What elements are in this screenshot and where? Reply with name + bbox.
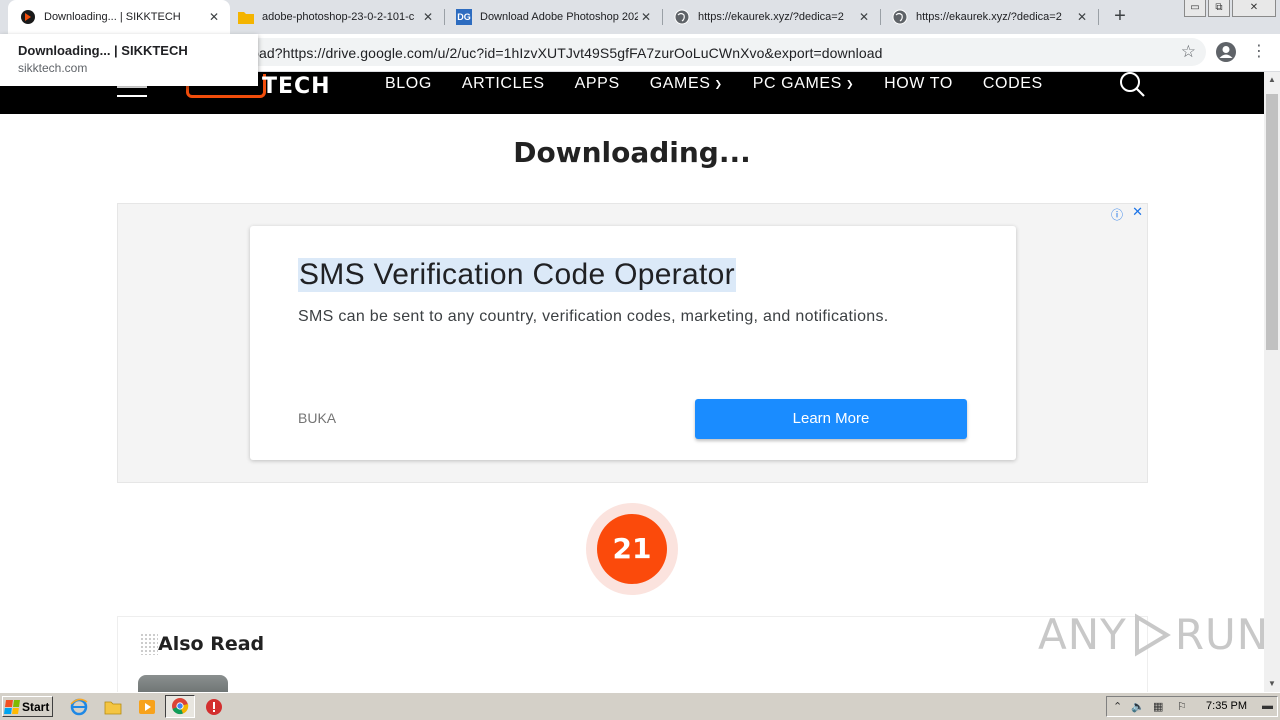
action-center-flag-icon[interactable]: ⚐ xyxy=(1177,700,1187,713)
tab-strip: Downloading... | SIKKTECH ✕ adobe-photos… xyxy=(0,0,1280,34)
also-read-section: Also Read xyxy=(117,616,1148,692)
start-label: Start xyxy=(22,699,50,714)
hamburger-menu-icon[interactable] xyxy=(117,86,147,104)
tab-title: adobe-photoshop-23-0-2-101-c xyxy=(262,11,415,23)
tab-title: Downloading... | SIKKTECH xyxy=(44,11,181,23)
system-tray: ⌃ 🔈 ▦ ⚐ 7:35 PM ▬ xyxy=(1106,696,1278,717)
nav-games[interactable]: GAMES ❯ xyxy=(650,75,723,93)
ad-advertiser: BUKA xyxy=(298,410,337,426)
close-window-button[interactable]: ✕ xyxy=(1232,0,1276,17)
ad-close-icon[interactable]: ✕ xyxy=(1132,204,1143,220)
also-read-heading: Also Read xyxy=(158,633,265,655)
main-nav: BLOG ARTICLES APPS GAMES ❯ PC GAMES ❯ HOW … xyxy=(385,72,1073,96)
folder-icon xyxy=(238,9,254,25)
page-viewport: TECH BLOG ARTICLES APPS GAMES ❯ PC GAMES ❯… xyxy=(0,72,1264,692)
media-player-icon[interactable] xyxy=(138,698,156,716)
browser-menu-icon[interactable]: ⋮ xyxy=(1251,42,1267,62)
logo-text: TECH xyxy=(262,73,331,99)
watermark-text-left: ANY xyxy=(1038,610,1127,659)
address-bar[interactable]: nload?https://drive.google.com/u/2/uc?id… xyxy=(140,38,1206,66)
page-scrollbar[interactable]: ▲ ▼ xyxy=(1264,72,1280,692)
sikktech-favicon xyxy=(20,9,36,25)
tab-download-photoshop[interactable]: DG Download Adobe Photoshop 202 ✕ xyxy=(444,0,662,34)
clock[interactable]: 7:35 PM xyxy=(1206,700,1247,712)
tab-title: https://ekaurek.xyz/?dedica=2 xyxy=(916,11,1062,23)
ad-info-icon[interactable]: ⓘ xyxy=(1111,206,1123,223)
taskbar: Start ⌃ 🔈 ▦ ⚐ 7:35 PM ▬ xyxy=(0,692,1280,720)
tab-ekaurek-2[interactable]: https://ekaurek.xyz/?dedica=2 ✕ xyxy=(880,0,1098,34)
nav-pc-games[interactable]: PC GAMES ❯ xyxy=(753,75,854,93)
watermark-text-right: RUN xyxy=(1174,610,1264,659)
tab-separator xyxy=(1098,9,1099,25)
tray-expand-icon[interactable]: ⌃ xyxy=(1113,700,1122,713)
play-logo-icon xyxy=(1134,612,1171,657)
article-thumbnail[interactable] xyxy=(138,675,228,692)
minimize-button[interactable]: ▭ xyxy=(1184,0,1206,17)
countdown-value: 21 xyxy=(597,514,667,584)
show-desktop-icon[interactable]: ▬ xyxy=(1262,700,1273,712)
ad-container: ⓘ ✕ SMS Verification Code Operator SMS c… xyxy=(117,203,1148,483)
tab-sikktech[interactable]: Downloading... | SIKKTECH ✕ xyxy=(8,0,230,34)
stop-icon[interactable] xyxy=(205,698,223,716)
volume-icon[interactable]: 🔈 xyxy=(1131,700,1145,713)
search-icon[interactable] xyxy=(1118,72,1146,98)
nav-how-to[interactable]: HOW TO xyxy=(884,75,953,93)
tab-close-icon[interactable]: ✕ xyxy=(420,10,436,24)
chevron-down-icon: ❯ xyxy=(845,78,855,89)
chrome-taskbar-button[interactable] xyxy=(165,695,195,718)
windows-logo-icon xyxy=(4,699,20,714)
nav-blog[interactable]: BLOG xyxy=(385,75,432,93)
scroll-thumb[interactable] xyxy=(1266,94,1278,350)
chrome-icon xyxy=(172,698,189,715)
nav-apps[interactable]: APPS xyxy=(575,75,620,93)
network-icon[interactable]: ▦ xyxy=(1153,700,1163,713)
url-text[interactable]: nload?https://drive.google.com/u/2/uc?id… xyxy=(240,45,882,61)
profile-avatar-icon[interactable] xyxy=(1215,41,1237,63)
scroll-down-icon[interactable]: ▼ xyxy=(1264,676,1280,692)
internet-explorer-icon[interactable] xyxy=(70,698,88,716)
globe-icon xyxy=(892,9,908,25)
hover-card-title: Downloading... | SIKKTECH xyxy=(18,43,188,58)
nav-codes[interactable]: CODES xyxy=(983,75,1043,93)
tab-photoshop-folder[interactable]: adobe-photoshop-23-0-2-101-c ✕ xyxy=(226,0,444,34)
globe-icon xyxy=(674,9,690,25)
tab-close-icon[interactable]: ✕ xyxy=(206,10,222,24)
ad-card[interactable]: SMS Verification Code Operator SMS can b… xyxy=(250,226,1016,460)
scroll-up-icon[interactable]: ▲ xyxy=(1264,72,1280,88)
file-explorer-icon[interactable] xyxy=(104,698,122,716)
tab-title: Download Adobe Photoshop 202 xyxy=(480,11,638,23)
new-tab-button[interactable]: + xyxy=(1108,4,1132,28)
restore-button[interactable]: ⧉ xyxy=(1208,0,1230,17)
countdown-timer: 21 xyxy=(586,503,678,595)
tab-hover-card: Downloading... | SIKKTECH sikktech.com xyxy=(0,34,258,86)
ad-body-text: SMS can be sent to any country, verifica… xyxy=(298,308,889,325)
tab-close-icon[interactable]: ✕ xyxy=(1074,10,1090,24)
tab-close-icon[interactable]: ✕ xyxy=(856,10,872,24)
bookmark-star-icon[interactable]: ☆ xyxy=(1181,42,1196,62)
chevron-down-icon: ❯ xyxy=(714,78,723,89)
hover-card-domain: sikktech.com xyxy=(18,61,88,75)
tab-ekaurek-1[interactable]: https://ekaurek.xyz/?dedica=2 ✕ xyxy=(662,0,880,34)
start-button[interactable]: Start xyxy=(2,696,53,717)
page-title: Downloading... xyxy=(513,136,751,169)
dots-decoration xyxy=(140,633,158,655)
tab-title: https://ekaurek.xyz/?dedica=2 xyxy=(698,11,844,23)
tab-close-icon[interactable]: ✕ xyxy=(638,10,654,24)
anyrun-watermark: ANY RUN xyxy=(1038,610,1264,659)
dg-favicon: DG xyxy=(456,9,472,25)
nav-articles[interactable]: ARTICLES xyxy=(462,75,545,93)
learn-more-button[interactable]: Learn More xyxy=(695,399,967,439)
ad-headline[interactable]: SMS Verification Code Operator xyxy=(298,258,736,292)
